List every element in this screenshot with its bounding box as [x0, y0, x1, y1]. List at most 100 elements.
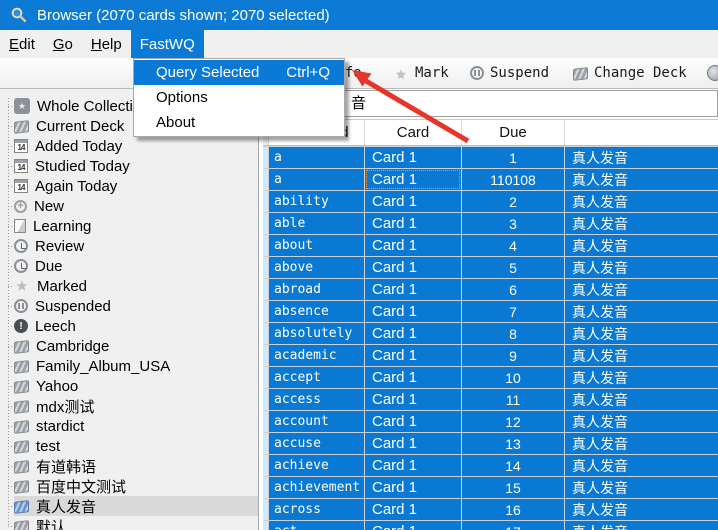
cell-card[interactable]: Card 1 — [365, 389, 461, 410]
cell-card[interactable]: Card 1 — [365, 301, 461, 322]
table-row[interactable]: abroad Card 1 6 真人发音 — [263, 279, 718, 300]
cell-card[interactable]: Card 1 — [365, 411, 461, 432]
table-row[interactable]: access Card 1 11 真人发音 — [263, 389, 718, 410]
menubar-item-help[interactable]: Help — [82, 30, 131, 58]
cell-due[interactable]: 12 — [462, 411, 564, 432]
cell-deck[interactable]: 真人发音 — [565, 191, 718, 212]
sidebar-item-leech[interactable]: Leech — [14, 316, 258, 336]
sidebar-item-new[interactable]: New — [14, 196, 258, 216]
table-row[interactable]: a Card 1 110108 真人发音 — [263, 169, 718, 190]
table-row[interactable]: achieve Card 1 14 真人发音 — [263, 455, 718, 476]
cell-card[interactable]: Card 1 — [365, 235, 461, 256]
sidebar-item-again-today[interactable]: 14 Again Today — [14, 176, 258, 196]
cell-deck[interactable]: 真人发音 — [565, 257, 718, 278]
cell-card[interactable]: Card 1 — [365, 521, 461, 530]
cell-sort-field[interactable]: achieve — [269, 455, 364, 476]
table-row[interactable]: about Card 1 4 真人发音 — [263, 235, 718, 256]
cell-due[interactable]: 1 — [462, 147, 564, 168]
sidebar-item-test[interactable]: test — [14, 436, 258, 456]
cell-due[interactable]: 2 — [462, 191, 564, 212]
menubar-item-edit[interactable]: Edit — [0, 30, 44, 58]
table-row[interactable]: able Card 1 3 真人发音 — [263, 213, 718, 234]
cell-sort-field[interactable]: access — [269, 389, 364, 410]
cell-deck[interactable]: 真人发音 — [565, 323, 718, 344]
table-row[interactable]: a Card 1 1 真人发音 — [263, 147, 718, 168]
toolbar-button-suspend[interactable]: Suspend — [470, 58, 549, 88]
cell-card[interactable]: Card 1 — [365, 455, 461, 476]
cell-deck[interactable]: 真人发音 — [565, 169, 718, 190]
cell-sort-field[interactable]: absence — [269, 301, 364, 322]
sidebar-item-yahoo[interactable]: Yahoo — [14, 376, 258, 396]
cell-sort-field[interactable]: achievement — [269, 477, 364, 498]
menu-item-about[interactable]: About — [134, 110, 344, 135]
column-header-card[interactable]: Card — [365, 120, 461, 145]
cell-due[interactable]: 3 — [462, 213, 564, 234]
cell-sort-field[interactable]: ability — [269, 191, 364, 212]
sidebar-item-suspended[interactable]: Suspended — [14, 296, 258, 316]
cell-deck[interactable]: 真人发音 — [565, 367, 718, 388]
cell-sort-field[interactable]: accuse — [269, 433, 364, 454]
cell-sort-field[interactable]: able — [269, 213, 364, 234]
sidebar-item-item[interactable]: 真人发音 — [14, 496, 258, 516]
column-header-item[interactable] — [565, 120, 718, 145]
table-row[interactable]: ability Card 1 2 真人发音 — [263, 191, 718, 212]
cell-sort-field[interactable]: across — [269, 499, 364, 520]
sidebar-item-item[interactable]: 有道韩语 — [14, 456, 258, 476]
cell-card[interactable]: Card 1 — [365, 147, 461, 168]
cell-deck[interactable]: 真人发音 — [565, 455, 718, 476]
cell-sort-field[interactable]: absolutely — [269, 323, 364, 344]
table-row[interactable]: account Card 1 12 真人发音 — [263, 411, 718, 432]
table-row[interactable]: absolutely Card 1 8 真人发音 — [263, 323, 718, 344]
cell-card[interactable]: Card 1 — [365, 367, 461, 388]
table-row[interactable]: achievement Card 1 15 真人发音 — [263, 477, 718, 498]
table-row[interactable]: accept Card 1 10 真人发音 — [263, 367, 718, 388]
cell-due[interactable]: 8 — [462, 323, 564, 344]
sidebar-item-item[interactable]: 百度中文测试 — [14, 476, 258, 496]
table-row[interactable]: absence Card 1 7 真人发音 — [263, 301, 718, 322]
sidebar-item-item[interactable]: 默认 — [14, 516, 258, 530]
cell-card[interactable]: Card 1 — [365, 191, 461, 212]
cell-deck[interactable]: 真人发音 — [565, 521, 718, 530]
cell-card[interactable]: Card 1 — [365, 477, 461, 498]
cell-due[interactable]: 14 — [462, 455, 564, 476]
cell-card[interactable]: Card 1 — [365, 323, 461, 344]
cell-deck[interactable]: 真人发音 — [565, 499, 718, 520]
cell-card[interactable]: Card 1 — [365, 213, 461, 234]
cell-sort-field[interactable]: act — [269, 521, 364, 530]
cell-due[interactable]: 16 — [462, 499, 564, 520]
cell-card[interactable]: Card 1 — [365, 433, 461, 454]
cell-due[interactable]: 110108 — [462, 169, 564, 190]
cell-due[interactable]: 6 — [462, 279, 564, 300]
cell-due[interactable]: 17 — [462, 521, 564, 530]
menubar-item-go[interactable]: Go — [44, 30, 82, 58]
sidebar-item-stardict[interactable]: stardict — [14, 416, 258, 436]
cell-card[interactable]: Card 1 — [365, 257, 461, 278]
cell-deck[interactable]: 真人发音 — [565, 345, 718, 366]
cell-sort-field[interactable]: abroad — [269, 279, 364, 300]
cell-due[interactable]: 13 — [462, 433, 564, 454]
cell-due[interactable]: 5 — [462, 257, 564, 278]
table-row[interactable]: above Card 1 5 真人发音 — [263, 257, 718, 278]
sidebar-item-due[interactable]: Due — [14, 256, 258, 276]
cell-due[interactable]: 11 — [462, 389, 564, 410]
menubar-item-fastwq[interactable]: FastWQ — [131, 30, 204, 58]
cell-deck[interactable]: 真人发音 — [565, 279, 718, 300]
cell-due[interactable]: 15 — [462, 477, 564, 498]
cell-sort-field[interactable]: above — [269, 257, 364, 278]
cell-sort-field[interactable]: a — [269, 169, 364, 190]
cell-deck[interactable]: 真人发音 — [565, 213, 718, 234]
sidebar-item-learning[interactable]: Learning — [14, 216, 258, 236]
menu-item-options[interactable]: Options — [134, 85, 344, 110]
sidebar-item-family-album-usa[interactable]: Family_Album_USA — [14, 356, 258, 376]
cell-card[interactable]: Card 1 — [365, 499, 461, 520]
sidebar-item-added-today[interactable]: 14 Added Today — [14, 136, 258, 156]
toolbar-button-sphere-icon[interactable] — [707, 58, 718, 88]
cell-deck[interactable]: 真人发音 — [565, 147, 718, 168]
sidebar-item-cambridge[interactable]: Cambridge — [14, 336, 258, 356]
cell-deck[interactable]: 真人发音 — [565, 433, 718, 454]
cell-sort-field[interactable]: about — [269, 235, 364, 256]
cell-deck[interactable]: 真人发音 — [565, 235, 718, 256]
cell-due[interactable]: 7 — [462, 301, 564, 322]
cell-card[interactable]: Card 1 — [365, 279, 461, 300]
cell-sort-field[interactable]: accept — [269, 367, 364, 388]
